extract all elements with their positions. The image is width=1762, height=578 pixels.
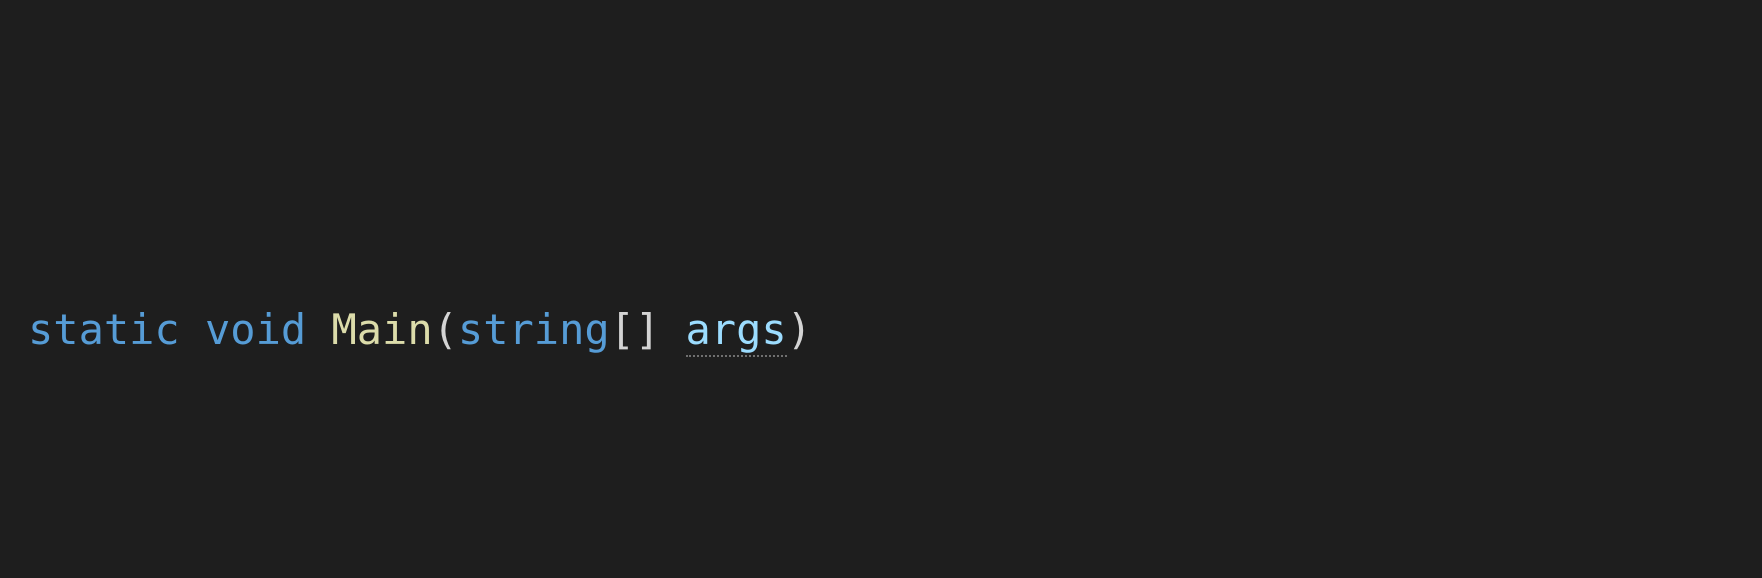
brackets: [] <box>610 305 661 354</box>
method-main: Main <box>331 305 432 354</box>
code-editor[interactable]: static void Main(string[] args) { for(in… <box>0 0 1762 578</box>
paren-open: ( <box>433 305 458 354</box>
keyword-void: void <box>205 305 306 354</box>
keyword-string: string <box>458 305 610 354</box>
space <box>306 305 331 354</box>
space <box>180 305 205 354</box>
code-line: static void Main(string[] args) <box>28 296 1762 363</box>
keyword-static: static <box>28 305 180 354</box>
param-args: args <box>686 305 787 357</box>
space <box>660 305 685 354</box>
paren-close: ) <box>787 305 812 354</box>
